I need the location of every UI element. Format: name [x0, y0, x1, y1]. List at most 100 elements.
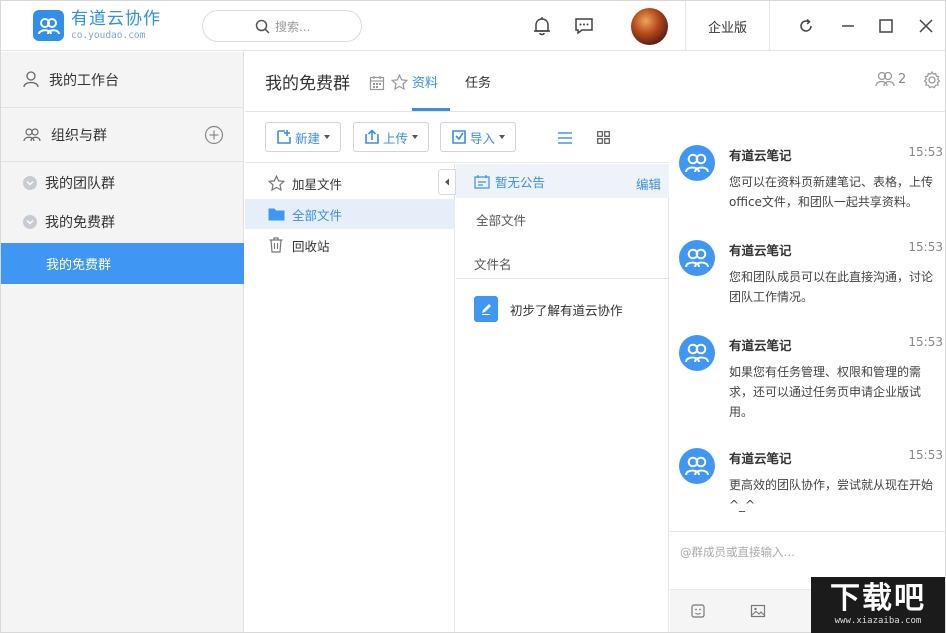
group-header: 我的免费群 资料 任务 2	[245, 52, 945, 112]
message-sender: 有道云笔记	[729, 148, 792, 163]
watermark-title: 下载吧	[830, 581, 926, 616]
watermark-logo: 下载吧 www.xiazaiba.com	[811, 577, 945, 633]
new-doc-icon	[277, 130, 291, 144]
bot-avatar-icon	[679, 335, 715, 371]
caret-down-icon	[324, 135, 331, 139]
column-header-filename[interactable]: 文件名	[456, 248, 669, 279]
member-count-value: 2	[898, 71, 907, 87]
message-text: 您和团队成员可以在此直接沟通，讨论团队工作情况。	[729, 270, 934, 304]
chevron-left-icon	[445, 178, 449, 186]
gear-icon[interactable]	[923, 71, 941, 89]
message-text: 更高效的团队协作，尝试就从现在开始^_^	[729, 478, 934, 512]
star-icon	[267, 174, 285, 192]
folder-label: 回收站	[292, 238, 330, 254]
sidebar-item-label: 我的免费群	[46, 258, 112, 273]
announcement-bar: 暂无公告 编辑	[456, 164, 669, 198]
app-domain: co.youdao.com	[71, 29, 146, 41]
chat-message: 有道云笔记 15:53 您和团队成员可以在此直接沟通，讨论团队工作情况。	[670, 240, 945, 320]
sidebar-item-workspace[interactable]: 我的工作台	[1, 52, 244, 108]
members-icon	[875, 71, 895, 87]
caret-down-icon	[499, 135, 506, 139]
folder-label: 加星文件	[292, 176, 343, 192]
new-button-label: 新建	[295, 130, 321, 146]
chat-input-placeholder: @群成员或直接输入…	[680, 545, 795, 559]
message-icon[interactable]	[573, 15, 595, 37]
sidebar-item-label: 我的免费群	[45, 215, 115, 231]
message-time: 15:53	[908, 240, 943, 254]
user-avatar[interactable]	[631, 8, 668, 45]
upload-button[interactable]: 上传	[353, 122, 430, 152]
import-button-label: 导入	[470, 130, 496, 146]
search-placeholder: 搜索...	[275, 19, 311, 34]
file-row[interactable]: 初步了解有道云协作	[474, 296, 623, 322]
import-button[interactable]: 导入	[440, 122, 517, 152]
sidebar-item-free-group-active[interactable]: 我的免费群	[1, 243, 244, 284]
list-view-icon[interactable]	[558, 132, 572, 144]
file-name: 初步了解有道云协作	[510, 302, 623, 318]
maximize-icon[interactable]	[875, 15, 897, 37]
star-icon[interactable]	[391, 74, 408, 91]
new-button[interactable]: 新建	[265, 122, 342, 152]
chat-message: 有道云笔记 15:53 如果您有任务管理、权限和管理的需求，还可以通过任务页申请…	[670, 335, 945, 435]
search-input[interactable]: 搜索...	[202, 10, 362, 42]
bot-avatar-icon	[679, 145, 715, 181]
chevron-down-icon	[23, 176, 37, 190]
refresh-icon[interactable]	[795, 15, 817, 37]
message-time: 15:53	[908, 335, 943, 349]
watermark-url: www.xiazaiba.com	[834, 616, 922, 626]
sidebar-item-team-group[interactable]: 我的团队群	[1, 164, 244, 202]
chevron-down-icon	[23, 215, 37, 229]
page-title: 我的免费群	[265, 74, 350, 94]
folder-starred[interactable]: 加星文件	[245, 168, 455, 198]
message-sender: 有道云笔记	[729, 243, 792, 258]
breadcrumb[interactable]: 全部文件	[476, 210, 526, 229]
grid-view-icon[interactable]	[597, 131, 610, 144]
caret-down-icon	[412, 135, 419, 139]
folder-all-files[interactable]: 全部文件	[245, 199, 455, 229]
app-window: 有道云协作 co.youdao.com 搜索... 企业版 我的工作台 组织与群…	[0, 0, 946, 633]
message-text: 您可以在资料页新建笔记、表格，上传office文件，和团队一起共享资料。	[729, 175, 934, 209]
bot-avatar-icon	[679, 240, 715, 276]
edit-announcement-link[interactable]: 编辑	[636, 174, 661, 193]
chat-message: 有道云笔记 15:53 您可以在资料页新建笔记、表格，上传office文件，和团…	[670, 145, 945, 225]
bot-avatar-icon	[679, 448, 715, 484]
user-icon	[23, 71, 39, 88]
title-bar: 有道云协作 co.youdao.com 搜索... 企业版	[1, 1, 945, 51]
sidebar-item-free-group[interactable]: 我的免费群	[1, 203, 244, 241]
chat-panel: 有道云笔记 15:53 您可以在资料页新建笔记、表格，上传office文件，和团…	[670, 113, 945, 632]
add-group-icon[interactable]	[204, 125, 224, 145]
close-icon[interactable]	[915, 15, 937, 37]
message-time: 15:53	[908, 448, 943, 462]
note-doc-icon	[474, 296, 498, 322]
tab-materials[interactable]: 资料	[412, 72, 438, 91]
bell-icon[interactable]	[531, 15, 553, 37]
member-count[interactable]: 2	[875, 71, 906, 87]
calendar-icon[interactable]	[369, 75, 385, 91]
trash-icon	[267, 236, 285, 254]
folder-trash[interactable]: 回收站	[245, 230, 455, 260]
sidebar-item-label: 我的团队群	[45, 176, 115, 192]
folder-label: 全部文件	[292, 207, 343, 223]
upload-button-label: 上传	[383, 130, 409, 146]
tab-tasks[interactable]: 任务	[465, 72, 491, 91]
emoji-icon[interactable]	[690, 603, 706, 619]
folder-list: 加星文件 全部文件 回收站	[245, 164, 455, 632]
sidebar-item-label: 我的工作台	[49, 72, 119, 89]
sidebar-item-org-groups[interactable]: 组织与群	[1, 109, 244, 162]
enterprise-button[interactable]: 企业版	[685, 1, 770, 51]
chat-message: 有道云笔记 15:53 更高效的团队协作，尝试就从现在开始^_^	[670, 448, 945, 528]
message-text: 如果您有任务管理、权限和管理的需求，还可以通过任务页申请企业版试用。	[729, 365, 922, 419]
collapse-panel-button[interactable]	[438, 169, 456, 195]
announcement-icon	[474, 174, 490, 189]
file-toolbar: 新建 上传 导入	[245, 113, 669, 163]
image-icon[interactable]	[750, 603, 766, 619]
message-sender: 有道云笔记	[729, 451, 792, 466]
message-sender: 有道云笔记	[729, 338, 792, 353]
app-name: 有道云协作	[71, 8, 161, 29]
announcement-text: 暂无公告	[495, 174, 546, 190]
message-time: 15:53	[908, 145, 943, 159]
search-icon	[255, 19, 270, 34]
logo-icon	[33, 10, 64, 41]
minimize-icon[interactable]	[837, 15, 859, 37]
file-panel: 暂无公告 编辑 全部文件 文件名 初步了解有道云协作	[456, 164, 669, 632]
